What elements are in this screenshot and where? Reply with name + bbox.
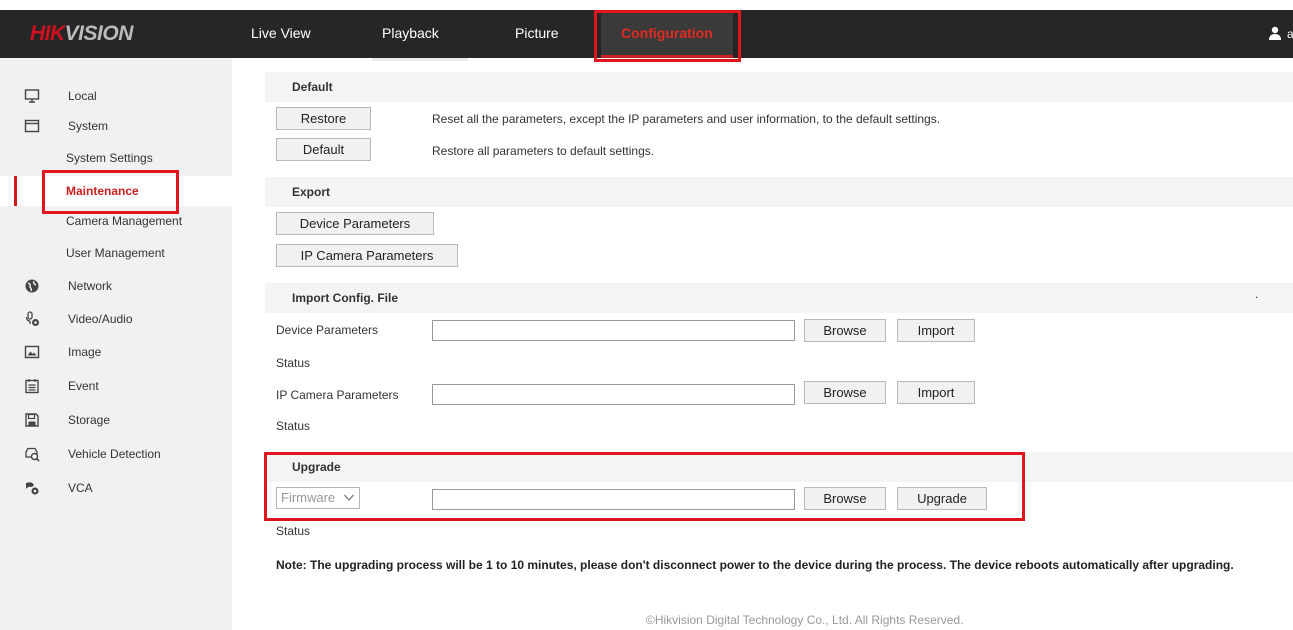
import-ip-camera-parameters-label: IP Camera Parameters: [276, 388, 399, 402]
nav-live-view[interactable]: Live View: [251, 25, 311, 41]
export-ip-camera-parameters-button[interactable]: IP Camera Parameters: [276, 244, 458, 267]
sidebar-item-vca[interactable]: VCA: [0, 473, 232, 503]
copyright-footer: ©Hikvision Digital Technology Co., Ltd. …: [646, 613, 964, 627]
calendar-icon: [24, 378, 42, 394]
user-icon[interactable]: [1268, 26, 1282, 43]
active-item-indicator: [14, 176, 17, 206]
restore-description: Reset all the parameters, except the IP …: [432, 112, 941, 126]
import-ip-camera-status-label: Status: [276, 419, 311, 433]
floppy-icon: [24, 412, 42, 428]
upgrade-note: Note: The upgrading process will be 1 to…: [276, 558, 1234, 572]
hikvision-logo: HIKVISION: [30, 22, 133, 45]
section-header-export: Export: [265, 177, 1293, 207]
default-button[interactable]: Default: [276, 138, 371, 161]
sidebar-item-vehicle-detection[interactable]: Vehicle Detection: [0, 439, 232, 469]
import-ip-camera-browse-button[interactable]: Browse: [804, 381, 886, 404]
upgrade-status-label: Status: [276, 524, 311, 538]
import-device-browse-button[interactable]: Browse: [804, 319, 886, 342]
microphone-icon: [24, 311, 42, 327]
monitor-icon: [24, 88, 42, 104]
section-header-default: Default: [265, 72, 1293, 102]
sidebar-item-event[interactable]: Event: [0, 371, 232, 401]
restore-button[interactable]: Restore: [276, 107, 371, 130]
sidebar-item-video-audio[interactable]: Video/Audio: [0, 304, 232, 334]
nav-playback[interactable]: Playback: [382, 25, 439, 41]
import-ip-camera-import-button[interactable]: Import: [897, 381, 975, 404]
user-menu-trigger[interactable]: a: [1287, 27, 1293, 41]
sidebar: Local System System Settings Maintenance…: [0, 58, 232, 630]
highlight-configuration: [594, 10, 741, 62]
import-device-import-button[interactable]: Import: [897, 319, 975, 342]
highlight-maintenance: [42, 170, 179, 214]
import-device-status-label: Status: [276, 356, 311, 370]
nav-picture[interactable]: Picture: [515, 25, 559, 41]
sidebar-item-local[interactable]: Local: [0, 81, 232, 111]
image-icon: [24, 344, 42, 360]
export-device-parameters-button[interactable]: Device Parameters: [276, 212, 434, 235]
sidebar-item-system-settings[interactable]: System Settings: [0, 143, 232, 173]
import-device-file-field[interactable]: [432, 320, 795, 341]
default-description: Restore all parameters to default settin…: [432, 144, 655, 158]
globe-icon: [24, 278, 42, 294]
import-ip-camera-file-field[interactable]: [432, 384, 795, 405]
sidebar-item-network[interactable]: Network: [0, 271, 232, 301]
vca-icon: [24, 480, 42, 496]
sidebar-item-user-management[interactable]: User Management: [0, 238, 232, 268]
vehicle-search-icon: [24, 446, 42, 462]
sidebar-item-storage[interactable]: Storage: [0, 405, 232, 435]
system-icon: [24, 118, 42, 134]
import-device-parameters-label: Device Parameters: [276, 323, 379, 337]
section-header-import: Import Config. File .: [265, 283, 1293, 313]
sidebar-item-image[interactable]: Image: [0, 337, 232, 367]
content-top-edge: [372, 58, 468, 61]
sidebar-item-system[interactable]: System: [0, 111, 232, 141]
highlight-upgrade: [264, 452, 1025, 521]
